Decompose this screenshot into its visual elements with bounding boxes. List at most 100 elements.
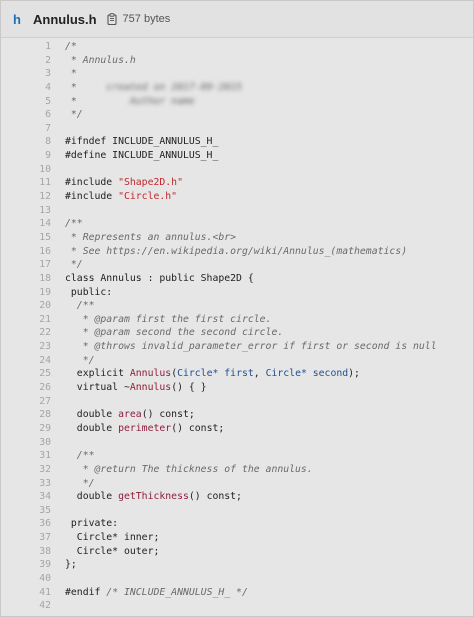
code-text: };: [65, 559, 77, 571]
line-number: 11: [39, 177, 51, 189]
line-number: 24: [39, 354, 51, 366]
code-text: #endif /* INCLUDE_ANNULUS_H_ */: [65, 586, 248, 598]
code-text: #define INCLUDE_ANNULUS_H_: [65, 150, 219, 162]
line-number: 5: [45, 95, 51, 107]
code-text: * Author name: [65, 95, 195, 107]
file-header: h Annulus.h 757 bytes: [1, 1, 473, 38]
line-number: 25: [39, 368, 51, 380]
code-text: double area() const;: [65, 409, 195, 421]
code-line: 42: [1, 599, 473, 613]
code-line: 14 /**: [1, 217, 473, 231]
file-size: 757 bytes: [122, 13, 171, 25]
code-text: explicit Annulus(Circle* first, Circle* …: [65, 368, 360, 380]
line-number: 34: [39, 491, 51, 503]
code-text: public:: [65, 286, 113, 298]
line-number: 1: [45, 41, 51, 52]
code-text: * @param second the second circle.: [65, 327, 284, 339]
code-line: 10: [1, 163, 473, 177]
line-number: 20: [39, 300, 51, 312]
code-line: 13: [1, 204, 473, 218]
code-line: 39};: [1, 558, 473, 572]
code-text: */: [65, 477, 95, 489]
code-text: * @param first the first circle.: [65, 313, 272, 325]
line-number: 15: [39, 231, 51, 243]
line-number: 36: [39, 518, 51, 530]
code-line: 6 */: [1, 108, 473, 122]
code-text: Circle* inner;: [65, 532, 160, 544]
code-line: 38 Circle* outer;: [1, 545, 473, 559]
code-text: * @return The thickness of the annulus.: [65, 463, 313, 475]
code-text: */: [65, 109, 83, 121]
code-line: 26 virtual ~Annulus() { }: [1, 381, 473, 395]
code-text: * @throws invalid_parameter_error if fir…: [65, 341, 437, 353]
code-line: 37 Circle* inner;: [1, 531, 473, 545]
file-name: Annulus.h: [33, 11, 97, 27]
line-number: 27: [39, 395, 51, 407]
code-line: 19 public:: [1, 286, 473, 300]
line-number: 12: [39, 191, 51, 203]
line-number: 6: [45, 109, 51, 121]
code-text: /*: [65, 41, 77, 52]
line-number: 39: [39, 559, 51, 571]
code-line: 33 */: [1, 477, 473, 491]
code-line: 23 * @throws invalid_parameter_error if …: [1, 340, 473, 354]
line-number: 14: [39, 218, 51, 230]
line-number: 18: [39, 272, 51, 284]
line-number: 17: [39, 259, 51, 271]
clipboard-icon[interactable]: [106, 13, 117, 25]
code-text: * created on 2017-09-2015: [65, 81, 242, 93]
line-number: 33: [39, 477, 51, 489]
code-line: 40: [1, 572, 473, 586]
line-number: 23: [39, 341, 51, 353]
code-text: #include "Shape2D.h": [65, 177, 183, 189]
line-number: 40: [39, 572, 51, 584]
line-number: 13: [39, 204, 51, 216]
line-number: 10: [39, 163, 51, 175]
code-text: double perimeter() const;: [65, 422, 225, 434]
line-number: 16: [39, 245, 51, 257]
code-text: /**: [65, 450, 95, 462]
code-text: class Annulus : public Shape2D {: [65, 272, 254, 284]
code-text: /**: [65, 300, 95, 312]
line-number: 41: [39, 586, 51, 598]
code-line: 18 class Annulus : public Shape2D {: [1, 272, 473, 286]
code-line: 30: [1, 436, 473, 450]
code-line: 16 * See https://en.wikipedia.org/wiki/A…: [1, 245, 473, 259]
code-text: Circle* outer;: [65, 545, 160, 557]
code-text: virtual ~Annulus() { }: [65, 382, 207, 394]
code-line: 22 * @param second the second circle.: [1, 326, 473, 340]
file-viewer: h Annulus.h 757 bytes 1/* 2 * Annulus.h 3 …: [0, 0, 474, 617]
line-number: 9: [45, 150, 51, 162]
line-number: 21: [39, 313, 51, 325]
line-number: 29: [39, 422, 51, 434]
code-text: * Annulus.h: [65, 54, 136, 66]
code-line: 20 /**: [1, 299, 473, 313]
code-text: #ifndef INCLUDE_ANNULUS_H_: [65, 136, 219, 148]
code-line: 29 double perimeter() const;: [1, 422, 473, 436]
code-line: 24 */: [1, 354, 473, 368]
code-text: double getThickness() const;: [65, 491, 242, 503]
code-line: 36 private:: [1, 517, 473, 531]
code-line: 5 * Author name: [1, 95, 473, 109]
line-number: 32: [39, 463, 51, 475]
code-line: 8 #ifndef INCLUDE_ANNULUS_H_: [1, 135, 473, 149]
line-number: 42: [39, 600, 51, 612]
code-line: 12 #include "Circle.h": [1, 190, 473, 204]
code-line: 27: [1, 395, 473, 409]
line-number: 2: [45, 54, 51, 66]
code-line: 32 * @return The thickness of the annulu…: [1, 463, 473, 477]
code-text: * Represents an annulus.<br>: [65, 231, 237, 243]
code-line: 2 * Annulus.h: [1, 54, 473, 68]
code-line: 1 /*: [1, 40, 473, 54]
code-line: 35: [1, 504, 473, 518]
code-text: */: [65, 354, 95, 366]
code-line: 7: [1, 122, 473, 136]
code-line: 31 /**: [1, 449, 473, 463]
code-text: */: [65, 259, 83, 271]
code-text: * See https://en.wikipedia.org/wiki/Annu…: [65, 245, 408, 257]
line-number: 28: [39, 409, 51, 421]
line-number: 37: [39, 532, 51, 544]
line-number: 35: [39, 504, 51, 516]
line-number: 8: [45, 136, 51, 148]
code-line: 25 explicit Annulus(Circle* first, Circl…: [1, 367, 473, 381]
